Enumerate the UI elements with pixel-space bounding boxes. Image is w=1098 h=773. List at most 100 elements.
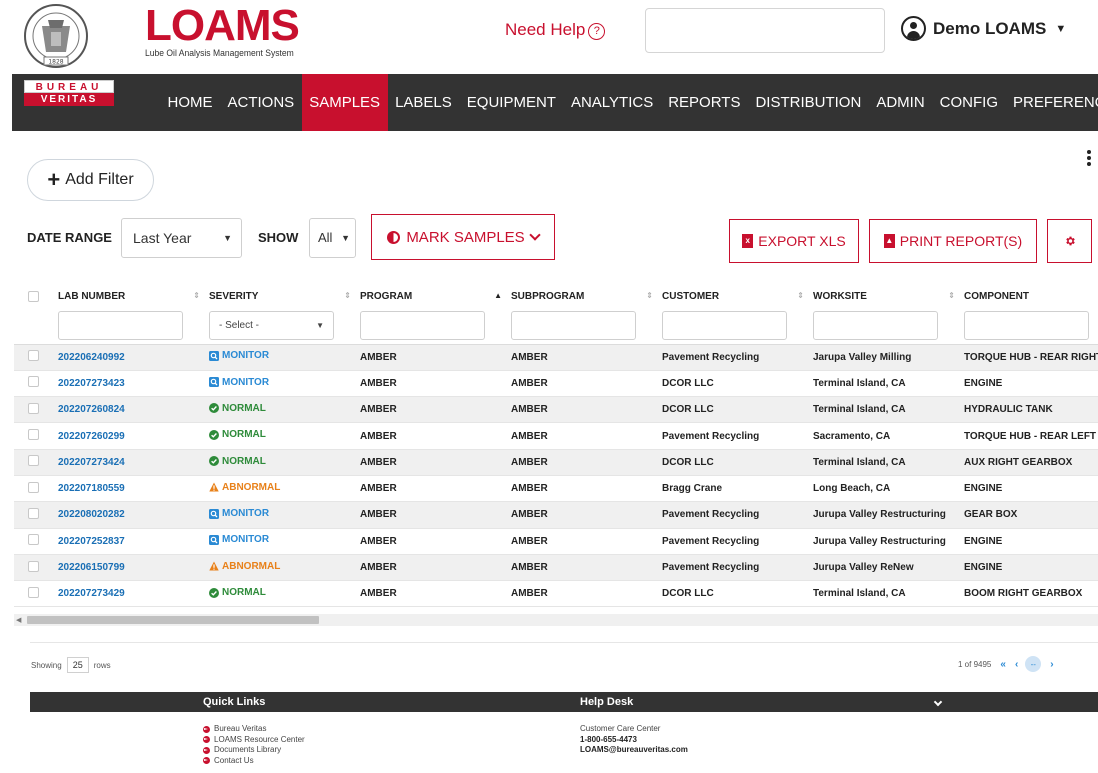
subprogram-cell: AMBER <box>511 580 662 608</box>
nav-item-equipment[interactable]: EQUIPMENT <box>459 74 563 131</box>
worksite-filter-input[interactable] <box>813 311 938 340</box>
col-header-component[interactable]: COMPONENT⇕ <box>964 278 1098 345</box>
row-checkbox[interactable] <box>28 350 39 362</box>
lab-number-cell: 202207273423 <box>58 370 209 398</box>
loams-logo[interactable]: LOAMS Lube Oil Analysis Management Syste… <box>145 4 302 59</box>
sort-icon[interactable]: ⇕ <box>948 291 955 300</box>
row-checkbox[interactable] <box>28 507 39 519</box>
help-phone[interactable]: 1-800-655-4473 <box>580 735 688 746</box>
scroll-left-icon[interactable]: ◀ <box>16 616 21 624</box>
lab-number-link[interactable]: 202207273423 <box>58 378 125 389</box>
table-row[interactable]: 202207180559 ABNORMAL AMBER AMBER Bragg Cran… <box>14 475 1098 503</box>
settings-button[interactable] <box>1047 219 1092 263</box>
export-xls-button[interactable]: x EXPORT XLS <box>729 219 859 263</box>
nav-item-config[interactable]: CONFIG <box>932 74 1005 131</box>
quick-link-label: Bureau Veritas <box>214 724 267 733</box>
col-header-program[interactable]: PROGRAM ▲ <box>360 278 511 345</box>
col-header-customer[interactable]: CUSTOMER ⇕ <box>662 278 813 345</box>
col-header-subprogram[interactable]: SUBPROGRAM ⇕ <box>511 278 662 345</box>
rows-per-page-select[interactable]: 25 <box>66 657 89 673</box>
nav-item-analytics[interactable]: ANALYTICS <box>563 74 660 131</box>
scrollbar-thumb[interactable] <box>27 616 319 624</box>
user-menu[interactable]: Demo LOAMS ▼ <box>901 16 1066 41</box>
table-row[interactable]: 202207273423 MONITOR AMBER AMBER DCOR LLC Ter… <box>14 370 1098 398</box>
sort-icon[interactable]: ⇕ <box>646 291 653 300</box>
lab-number-link[interactable]: 202207273429 <box>58 588 125 599</box>
table-row[interactable]: 202207260824 NORMAL AMBER AMBER DCOR LLC Term… <box>14 396 1098 424</box>
row-checkbox[interactable] <box>28 481 39 493</box>
select-all-checkbox[interactable] <box>28 291 39 302</box>
header-search-input[interactable] <box>645 8 885 53</box>
add-filter-button[interactable]: + Add Filter <box>27 159 154 201</box>
customer-filter-input[interactable] <box>662 311 787 340</box>
nav-item-samples[interactable]: SAMPLES <box>301 74 388 131</box>
lab-number-link[interactable]: 202207260299 <box>58 431 125 442</box>
row-checkbox[interactable] <box>28 455 39 467</box>
nav-item-reports[interactable]: REPORTS <box>661 74 748 131</box>
table-row[interactable]: 202207252837 MONITOR AMBER AMBER Pavement Re… <box>14 528 1098 555</box>
program-header-label: PROGRAM <box>360 291 413 302</box>
row-checkbox[interactable] <box>28 586 39 598</box>
table-row[interactable]: 202207273424 NORMAL AMBER AMBER DCOR LLC Term… <box>14 449 1098 476</box>
sort-asc-icon[interactable]: ▲ <box>494 291 502 300</box>
nav-item-actions[interactable]: ACTIONS <box>220 74 302 131</box>
lab-number-cell: 202207260299 <box>58 422 209 450</box>
lab-number-link[interactable]: 202207180559 <box>58 483 125 494</box>
quick-link-contact-us[interactable]: Contact Us <box>203 756 305 767</box>
nav-item-admin[interactable]: ADMIN <box>869 74 932 131</box>
lab-number-link[interactable]: 202207273424 <box>58 457 125 468</box>
lab-number-link[interactable]: 202207252837 <box>58 536 125 547</box>
table-row[interactable]: 202206150799 ABNORMAL AMBER AMBER Pavement R… <box>14 554 1098 582</box>
component-filter-input[interactable] <box>964 311 1089 340</box>
row-checkbox[interactable] <box>28 376 39 388</box>
row-checkbox[interactable] <box>28 560 39 572</box>
bureau-veritas-seal-logo[interactable]: 1828 <box>22 2 90 72</box>
print-reports-button[interactable]: ▲ PRINT REPORT(S) <box>869 219 1037 263</box>
sort-icon[interactable]: ⇕ <box>344 291 351 300</box>
table-row[interactable]: 202207260299 NORMAL AMBER AMBER Pavement Rec… <box>14 422 1098 450</box>
program-filter-input[interactable] <box>360 311 485 340</box>
lab-number-link[interactable]: 202207260824 <box>58 404 125 415</box>
lab-number-filter-input[interactable] <box>58 311 183 340</box>
prev-page-icon[interactable]: ‹ <box>1015 659 1018 670</box>
help-email[interactable]: LOAMS@bureauveritas.com <box>580 745 688 756</box>
severity-filter-select[interactable]: - Select - ▼ <box>209 311 334 340</box>
rows-label: rows <box>93 660 111 670</box>
horizontal-scrollbar[interactable]: ◀ <box>14 614 1098 626</box>
col-header-severity[interactable]: SEVERITY ⇕ - Select - ▼ <box>209 278 360 345</box>
lab-number-link[interactable]: 202206240992 <box>58 352 125 363</box>
sort-icon[interactable]: ⇕ <box>193 291 200 300</box>
col-header-lab-number[interactable]: LAB NUMBER ⇕ <box>58 278 209 345</box>
worksite-header-label: WORKSITE <box>813 291 867 302</box>
table-row[interactable]: 202206240992 MONITOR AMBER AMBER Pavement Re… <box>14 344 1098 371</box>
lab-number-cell: 202207252837 <box>58 528 209 555</box>
nav-item-preferences[interactable]: PREFERENCES <box>1006 74 1098 131</box>
nav-item-distribution[interactable]: DISTRIBUTION <box>748 74 869 131</box>
first-page-icon[interactable]: « <box>1000 659 1006 670</box>
lab-number-link[interactable]: 202208020282 <box>58 509 125 520</box>
quick-link-resource-center[interactable]: LOAMS Resource Center <box>203 735 305 746</box>
warning-triangle-icon <box>209 561 219 571</box>
table-row[interactable]: 202207273429 NORMAL AMBER AMBER DCOR LLC Term… <box>14 580 1098 608</box>
table-row[interactable]: 202208020282 MONITOR AMBER AMBER Pavement Re… <box>14 501 1098 529</box>
next-page-icon[interactable]: › <box>1050 659 1053 670</box>
subprogram-filter-input[interactable] <box>511 311 636 340</box>
nav-item-labels[interactable]: LABELS <box>388 74 460 131</box>
kebab-menu-icon[interactable] <box>1087 148 1093 170</box>
current-page-indicator[interactable]: -- <box>1025 656 1042 672</box>
need-help-link[interactable]: Need Help? <box>505 20 606 40</box>
date-range-select[interactable]: Last Year ▼ <box>121 218 242 258</box>
row-checkbox[interactable] <box>28 402 39 414</box>
component-cell: AUX RIGHT GEARBOX <box>964 449 1098 476</box>
page-count: 1 of 9495 <box>958 659 992 669</box>
row-checkbox[interactable] <box>28 534 39 546</box>
quick-link-documents-library[interactable]: Documents Library <box>203 745 305 756</box>
sort-icon[interactable]: ⇕ <box>797 291 804 300</box>
row-checkbox[interactable] <box>28 429 39 441</box>
nav-item-home[interactable]: HOME <box>160 74 220 131</box>
mark-samples-button[interactable]: MARK SAMPLES <box>371 214 555 260</box>
col-header-worksite[interactable]: WORKSITE ⇕ <box>813 278 964 345</box>
lab-number-link[interactable]: 202206150799 <box>58 562 125 573</box>
show-select[interactable]: All ▼ <box>309 218 356 258</box>
quick-link-bureau-veritas[interactable]: Bureau Veritas <box>203 724 305 735</box>
